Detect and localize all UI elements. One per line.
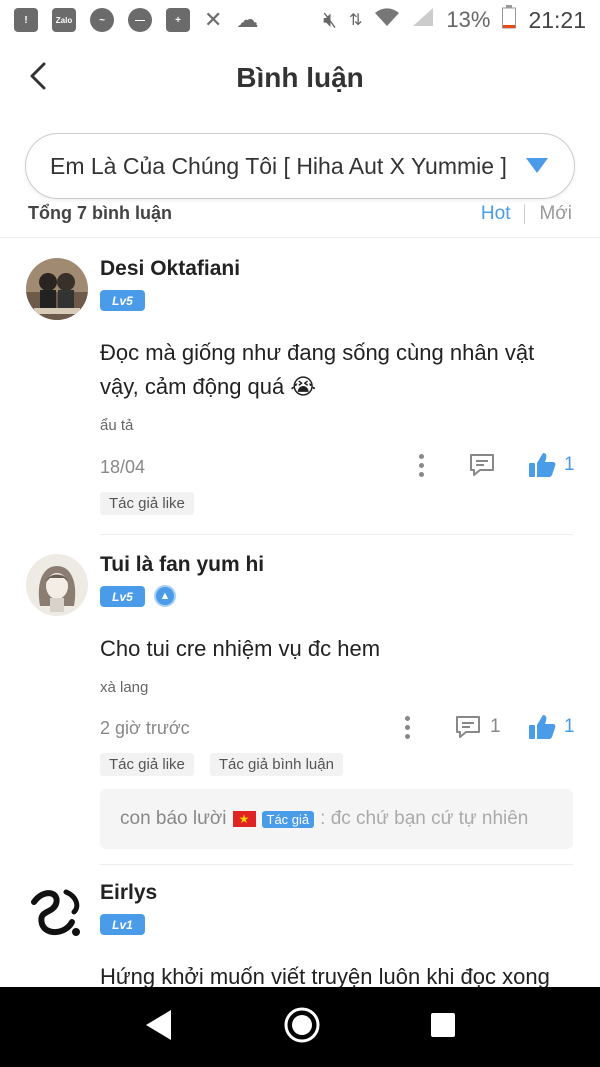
sort-new-tab[interactable]: Mới — [539, 203, 572, 225]
avatar[interactable] — [26, 882, 88, 944]
sort-hot-tab[interactable]: Hot — [481, 203, 511, 225]
comment-author[interactable]: Desi Oktafiani — [100, 257, 240, 281]
avatar[interactable] — [26, 554, 88, 616]
like-button[interactable]: 1 — [528, 714, 575, 740]
battery-percent: 13% — [446, 7, 491, 32]
wifi-icon — [374, 7, 400, 33]
author-reply[interactable]: con báo lười ★ Tác giả : đc chứ bạn cứ t… — [100, 789, 573, 849]
comment-item: Tui là fan yum hi Lv5 ▲ Cho tui cre nhiệ… — [0, 536, 600, 864]
home-circle-icon — [284, 1007, 320, 1042]
like-button[interactable]: 1 — [528, 452, 575, 478]
clock: 21:21 — [528, 6, 586, 33]
comment-subtitle: ẩu tả — [100, 417, 134, 434]
comment-text: Đọc mà giống như đang sống cùng nhân vật… — [100, 340, 535, 399]
medal-icon: ▲ — [154, 585, 176, 607]
comment-icon — [456, 716, 480, 738]
author-like-tag: Tác giả like — [100, 753, 194, 776]
vietnam-flag-icon: ★ — [232, 811, 256, 827]
comment-item: Eirlys Lv1 Hứng khởi muốn viết truyện lu… — [0, 866, 600, 987]
signal-icon — [412, 7, 434, 33]
nav-recents-button[interactable] — [429, 1011, 457, 1044]
comment-author[interactable]: Eirlys — [100, 881, 157, 905]
chapter-selector-value: Em Là Của Chúng Tôi [ Hiha Aut X Yummie … — [50, 152, 507, 179]
status-bar: ! Zalo ~ — + ✕ ☁ 🔇︎ ⇅ 13% 21:21 — [0, 0, 600, 40]
comment-text: Cho tui cre nhiệm vụ đc hem — [100, 636, 381, 661]
reply-text: : đc chứ bạn cứ tự nhiên — [320, 808, 529, 829]
comment-tags: Tác giả like Tác giả bình luận — [100, 753, 343, 776]
comment-divider — [100, 534, 573, 535]
thumbs-up-icon — [529, 715, 556, 739]
like-count: 1 — [564, 716, 575, 737]
comment-item: Desi Oktafiani Lv5 Đọc mà giống như đang… — [0, 240, 600, 535]
comment-divider — [100, 864, 573, 865]
mute-icon: 🔇︎ — [323, 7, 337, 32]
app-header: Bình luận — [0, 40, 600, 116]
more-options-button[interactable] — [405, 716, 411, 743]
cloud-icon: ☁ — [236, 7, 259, 32]
level-badge: Lv5 — [100, 290, 145, 311]
reply-author[interactable]: con báo lười — [120, 808, 227, 830]
back-button[interactable] — [22, 58, 58, 94]
back-triangle-icon — [146, 1009, 172, 1040]
level-badge: Lv1 — [100, 914, 145, 935]
comment-date: 2 giờ trước — [100, 718, 190, 738]
comment-subtitle: xà lang — [100, 679, 149, 696]
comment-text: Hứng khởi muốn viết truyện luôn khi đọc … — [100, 964, 550, 987]
alert-icon: ! — [14, 8, 38, 32]
reply-count: 1 — [490, 716, 501, 737]
reply-button[interactable] — [468, 451, 496, 479]
avatar[interactable] — [26, 258, 88, 320]
comment-date: 18/04 — [100, 457, 146, 477]
do-not-disturb-icon: — — [128, 8, 152, 32]
author-like-tag: Tác giả like — [100, 492, 194, 515]
battery-icon — [502, 5, 517, 35]
reply-button[interactable]: 1 — [454, 713, 501, 741]
author-comment-tag: Tác giả bình luận — [209, 753, 343, 776]
zalo-icon: Zalo — [52, 8, 76, 32]
data-arrows-icon: ⇅ — [348, 12, 363, 29]
thumbs-up-icon — [529, 453, 556, 477]
recents-square-icon — [430, 1012, 455, 1037]
battery-saver-icon: + — [166, 8, 190, 32]
nav-home-button[interactable] — [282, 1005, 322, 1050]
tools-icon: ✕ — [204, 7, 223, 32]
messenger-icon: ~ — [90, 8, 114, 32]
sort-divider — [524, 203, 526, 224]
system-nav-bar — [0, 987, 600, 1067]
level-badge: Lv5 — [100, 586, 145, 607]
chapter-selector[interactable]: Em Là Của Chúng Tôi [ Hiha Aut X Yummie … — [25, 133, 575, 199]
more-options-button[interactable] — [419, 454, 425, 481]
dropdown-arrow-icon — [526, 158, 548, 173]
comment-tags: Tác giả like — [100, 492, 194, 515]
nav-back-button[interactable] — [143, 1007, 175, 1048]
like-count: 1 — [564, 454, 575, 475]
comment-total: Tổng 7 bình luận — [28, 203, 172, 223]
author-badge: Tác giả — [261, 810, 315, 828]
comment-icon — [470, 454, 494, 476]
sort-options: Hot Mới — [481, 203, 572, 225]
chevron-left-icon — [30, 62, 46, 90]
comment-author[interactable]: Tui là fan yum hi — [100, 553, 264, 577]
page-title: Bình luận — [236, 62, 364, 93]
